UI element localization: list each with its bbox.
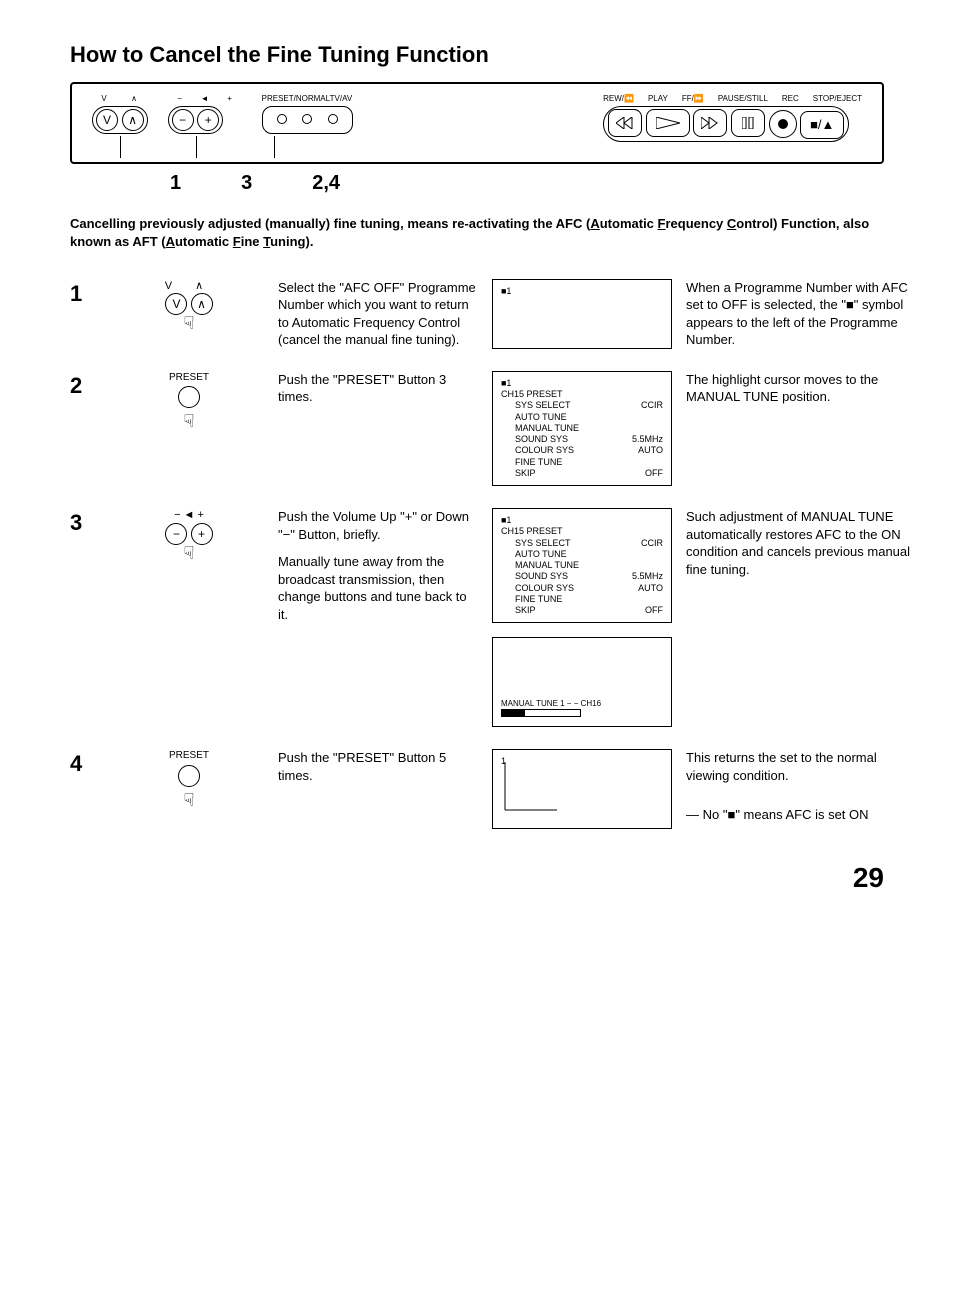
manual-tune-label: MANUAL TUNE 1 − − CH16 [501,699,663,709]
hand-press-icon: ☟ [114,541,264,565]
menu-fine-tune: FINE TUNE [515,457,562,468]
step-3-instr-b: Manually tune away from the broadcast tr… [278,553,478,623]
step-2: 2 PRESET ☟ Push the "PRESET" Button 3 ti… [70,371,884,486]
intro-text: Cancelling previously adjusted (manually… [70,215,884,250]
menu-sound-sys: SOUND SYS [515,571,568,582]
rec-button[interactable] [769,110,797,138]
menu-sys-select-val: CCIR [641,538,663,549]
step-1: 1 V ∧ V ∧ ☟ Select the "AFC OFF" Program… [70,279,884,349]
menu-sound-sys-val: 5.5MHz [632,571,663,582]
page-title: How to Cancel the Fine Tuning Function [70,40,884,70]
play-button[interactable] [646,109,690,137]
menu-sound-sys: SOUND SYS [515,434,568,445]
label-stop: STOP/EJECT [813,94,862,105]
step-3-number: 3 [70,508,100,538]
step-3-icon-labels: − ◄ + [114,508,264,523]
menu-colour-sys-val: AUTO [638,445,663,456]
stop-eject-button[interactable]: ■/▲ [800,111,844,139]
step-2-icon-label: PRESET [114,371,264,385]
step-1-result: When a Programme Number with AFC set to … [686,279,916,349]
menu-skip: SKIP [515,605,536,616]
menu-skip-val: OFF [645,468,663,479]
v-down-button[interactable]: V [96,109,118,131]
menu-sys-select: SYS SELECT [515,400,571,411]
menu-colour-sys-val: AUTO [638,583,663,594]
pause-button[interactable] [731,109,765,137]
page-number: 29 [70,859,884,897]
step-4-number: 4 [70,749,100,779]
label-preset-normal: PRESET/NORMAL [262,94,324,105]
menu-manual-tune: MANUAL TUNE [515,423,579,434]
step-3: 3 − ◄ + − + ☟ Push the Volume Up "+" or … [70,508,884,727]
step-4-result-b: — No "■" means AFC is set ON [686,806,916,824]
label-rec: REC [782,94,799,105]
label-pause: PAUSE/STILL [718,94,768,105]
step-3-instruction: Push the Volume Up "+" or Down "−" Butto… [278,508,478,623]
step-4-result: This returns the set to the normal viewi… [686,749,916,824]
menu-auto-tune: AUTO TUNE [515,412,567,423]
label-v: V [92,94,116,105]
control-panel-diagram: V ∧ V ∧ − ◄ + − + PRE [70,82,884,165]
hand-press-icon: ☟ [114,311,264,335]
screen-line2: CH15 PRESET [501,389,663,400]
preset-button[interactable] [277,114,287,124]
screen-top: ■1 [501,378,663,389]
vol-down-button[interactable]: − [172,109,194,131]
step-2-instruction: Push the "PRESET" Button 3 times. [278,371,478,406]
step-2-number: 2 [70,371,100,401]
step-1-instruction: Select the "AFC OFF" Programme Number wh… [278,279,478,349]
preset-press-icon [178,386,200,408]
normal-button[interactable] [302,114,312,124]
vol-up-button[interactable]: + [197,109,219,131]
menu-colour-sys: COLOUR SYS [515,583,574,594]
rew-button[interactable] [608,109,642,137]
menu-auto-tune: AUTO TUNE [515,549,567,560]
label-vol-icon: ◄ [198,94,212,105]
step-3-instr-a: Push the Volume Up "+" or Down "−" Butto… [278,508,478,543]
step-3-result: Such adjustment of MANUAL TUNE automatic… [686,508,916,578]
screen-top: ■1 [501,515,663,526]
step-2-screen: ■1 CH15 PRESET SYS SELECTCCIR AUTO TUNE … [492,371,672,486]
step-1-screen: ■1 [492,279,672,349]
menu-fine-tune: FINE TUNE [515,594,562,605]
step-4-result-a: This returns the set to the normal viewi… [686,749,916,784]
menu-sys-select-val: CCIR [641,400,663,411]
callout-1: 1 [170,170,181,197]
label-up: ∧ [122,94,146,105]
label-play: PLAY [648,94,668,105]
screen-line2: CH15 PRESET [501,526,663,537]
step-1-number: 1 [70,279,100,309]
step-4-screen: 1 [492,749,672,829]
callout-3: 3 [241,170,252,197]
step-3-screen-2: MANUAL TUNE 1 − − CH16 [492,637,672,727]
menu-sys-select: SYS SELECT [515,538,571,549]
tune-bar-icon [501,709,581,717]
tvav-button[interactable] [328,114,338,124]
v-up-button[interactable]: ∧ [122,109,144,131]
menu-skip-val: OFF [645,605,663,616]
menu-skip: SKIP [515,468,536,479]
label-plus: + [218,94,242,105]
label-tvav: TV/AV [330,94,353,105]
ff-button[interactable] [693,109,727,137]
menu-sound-sys-val: 5.5MHz [632,434,663,445]
step-1-screen-line: ■1 [501,286,663,297]
step-2-result: The highlight cursor moves to the MANUAL… [686,371,916,406]
menu-manual-tune: MANUAL TUNE [515,560,579,571]
hand-press-icon: ☟ [114,409,264,433]
label-rew: REW/⏪ [603,94,634,105]
label-minus: − [168,94,192,105]
step-1-icon-labels: V ∧ [114,279,264,294]
menu-colour-sys: COLOUR SYS [515,445,574,456]
step-3-screen-1: ■1 CH15 PRESET SYS SELECTCCIR AUTO TUNE … [492,508,672,623]
hand-press-icon: ☟ [114,788,264,812]
callout-24: 2,4 [312,170,340,197]
label-ff: FF/⏩ [682,94,704,105]
step-4-icon-label: PRESET [114,749,264,763]
panel-callouts: 1 3 2,4 [70,170,884,197]
step-4: 4 PRESET ☟ Push the "PRESET" Button 5 ti… [70,749,884,829]
preset-press-icon [178,765,200,787]
step-4-instruction: Push the "PRESET" Button 5 times. [278,749,478,784]
